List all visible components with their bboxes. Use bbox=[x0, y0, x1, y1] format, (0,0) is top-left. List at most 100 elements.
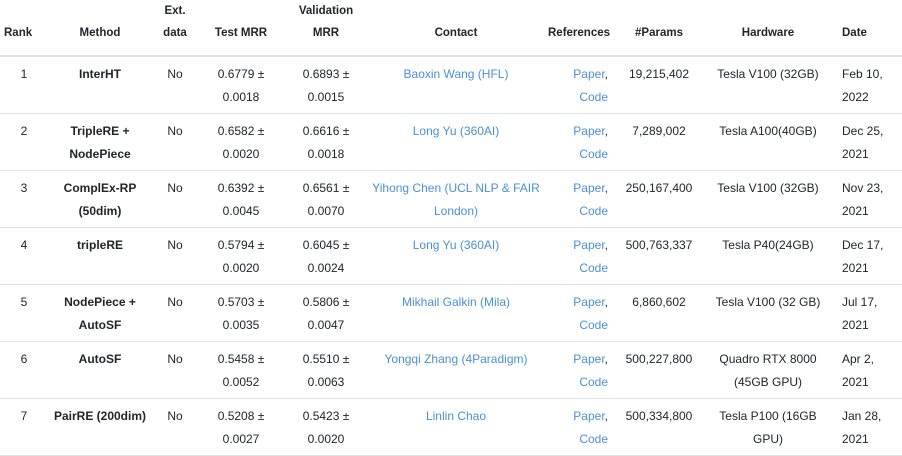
test-mrr-line1: 0.5458 ± bbox=[217, 352, 265, 366]
reference-separator: , bbox=[604, 181, 608, 195]
cell-validation-mrr: 0.5510 ± 0.0063 bbox=[284, 341, 368, 399]
cell-rank: 1 bbox=[0, 55, 48, 114]
method-line1: NodePiece + bbox=[64, 295, 136, 309]
cell-contact: Mikhail Galkin (Mila) bbox=[368, 284, 544, 342]
method-line2: NodePiece bbox=[69, 146, 131, 161]
table-row: 6 AutoSF No 0.5458 ± 0.0052 0.5510 ± 0.0063 Yon… bbox=[0, 341, 902, 399]
cell-ext-data: No bbox=[152, 55, 198, 114]
cell-test-mrr: 0.6779 ± 0.0018 bbox=[198, 55, 284, 114]
header-validation-mrr-line1: Validation bbox=[298, 5, 354, 17]
code-link[interactable]: Code bbox=[579, 318, 608, 332]
cell-ext-data: No bbox=[152, 398, 198, 456]
cell-rank: 6 bbox=[0, 341, 48, 399]
cell-references: Paper, Code bbox=[544, 227, 614, 285]
paper-link[interactable]: Paper bbox=[573, 67, 604, 81]
code-link[interactable]: Code bbox=[579, 261, 608, 275]
date-line1: Dec 17, bbox=[842, 238, 884, 252]
validation-mrr-line2: 0.0018 bbox=[307, 146, 345, 161]
cell-method: tripleRE bbox=[48, 227, 152, 285]
header-date: Date bbox=[832, 0, 902, 57]
contact-link[interactable]: Baoxin Wang (HFL) bbox=[404, 67, 509, 81]
header-ext-data: Ext. data bbox=[152, 0, 198, 57]
paper-link[interactable]: Paper bbox=[573, 409, 604, 423]
cell-references: Paper, Code bbox=[544, 170, 614, 228]
cell-date: Jan 28, 2021 bbox=[832, 398, 902, 456]
contact-link[interactable]: Linlin Chao bbox=[426, 409, 486, 423]
validation-mrr-line1: 0.5423 ± bbox=[302, 409, 350, 423]
cell-date: Nov 23, 2021 bbox=[832, 170, 902, 228]
reference-separator: , bbox=[604, 67, 608, 81]
cell-hardware: Tesla P100 (16GB GPU) bbox=[704, 398, 832, 456]
code-link[interactable]: Code bbox=[579, 147, 608, 161]
contact-link[interactable]: Long Yu (360AI) bbox=[413, 124, 500, 138]
header-validation-mrr-line2: MRR bbox=[312, 27, 340, 39]
cell-contact: Yongqi Zhang (4Paradigm) bbox=[368, 341, 544, 399]
cell-ext-data: No bbox=[152, 113, 198, 171]
contact-link[interactable]: Long Yu (360AI) bbox=[413, 238, 500, 252]
method-line1: PairRE (200dim) bbox=[53, 409, 147, 423]
paper-link[interactable]: Paper bbox=[573, 295, 604, 309]
header-params: #Params bbox=[614, 0, 704, 57]
method-line1: ComplEx-RP bbox=[63, 181, 137, 195]
reference-separator: , bbox=[604, 409, 608, 423]
test-mrr-line2: 0.0018 bbox=[222, 89, 260, 104]
test-mrr-line2: 0.0052 bbox=[222, 374, 260, 389]
cell-references: Paper, Code bbox=[544, 284, 614, 342]
header-row: Rank Method Ext. data Test MRR Validation… bbox=[0, 0, 902, 57]
header-references: References bbox=[544, 0, 614, 57]
contact-link[interactable]: Mikhail Galkin (Mila) bbox=[402, 295, 510, 309]
date-line2: 2021 bbox=[842, 146, 869, 161]
contact-line2: London) bbox=[433, 203, 479, 218]
date-line1: Jan 28, bbox=[842, 409, 882, 423]
paper-link[interactable]: Paper bbox=[573, 124, 604, 138]
hardware-line1: Tesla V100 (32GB) bbox=[717, 181, 819, 195]
reference-separator: , bbox=[604, 238, 608, 252]
validation-mrr-line2: 0.0024 bbox=[307, 260, 345, 275]
date-line1: Jul 17, bbox=[842, 295, 878, 309]
cell-rank: 3 bbox=[0, 170, 48, 228]
cell-references: Paper, Code bbox=[544, 113, 614, 171]
contact-line1: Baoxin Wang (HFL) bbox=[403, 67, 509, 81]
date-line1: Nov 23, bbox=[842, 181, 884, 195]
date-line2: 2022 bbox=[842, 89, 869, 104]
cell-validation-mrr: 0.5423 ± 0.0020 bbox=[284, 398, 368, 456]
cell-method: PairRE (200dim) bbox=[48, 398, 152, 456]
cell-contact: Long Yu (360AI) bbox=[368, 113, 544, 171]
validation-mrr-line1: 0.5806 ± bbox=[302, 295, 350, 309]
code-link[interactable]: Code bbox=[579, 204, 608, 218]
test-mrr-line1: 0.6779 ± bbox=[217, 67, 265, 81]
code-link[interactable]: Code bbox=[579, 432, 608, 446]
header-method: Method bbox=[48, 0, 152, 57]
hardware-line2: GPU) bbox=[753, 431, 783, 446]
cell-hardware: Tesla V100 (32GB) bbox=[704, 55, 832, 114]
validation-mrr-line1: 0.6616 ± bbox=[302, 124, 350, 138]
paper-link[interactable]: Paper bbox=[573, 181, 604, 195]
contact-link[interactable]: Yihong Chen (UCL NLP & FAIR London) bbox=[372, 181, 540, 218]
cell-test-mrr: 0.5794 ± 0.0020 bbox=[198, 227, 284, 285]
table-row: 3 ComplEx-RP (50dim) No 0.6392 ± 0.0045 0.6561… bbox=[0, 170, 902, 228]
cell-params: 7,289,002 bbox=[614, 113, 704, 171]
paper-link[interactable]: Paper bbox=[573, 238, 604, 252]
table-row: 1 InterHT No 0.6779 ± 0.0018 0.6893 ± 0.0015 Ba… bbox=[0, 55, 902, 114]
validation-mrr-line2: 0.0070 bbox=[307, 203, 345, 218]
cell-contact: Long Yu (360AI) bbox=[368, 227, 544, 285]
paper-link[interactable]: Paper bbox=[573, 352, 604, 366]
header-test-mrr: Test MRR bbox=[198, 0, 284, 57]
contact-link[interactable]: Yongqi Zhang (4Paradigm) bbox=[385, 352, 528, 366]
leaderboard-table: Rank Method Ext. data Test MRR Validation… bbox=[0, 0, 902, 456]
code-link[interactable]: Code bbox=[579, 375, 608, 389]
cell-references: Paper, Code bbox=[544, 398, 614, 456]
code-link[interactable]: Code bbox=[579, 90, 608, 104]
table-row: 4 tripleRE No 0.5794 ± 0.0020 0.6045 ± 0.0024 L… bbox=[0, 227, 902, 285]
cell-contact: Yihong Chen (UCL NLP & FAIR London) bbox=[368, 170, 544, 228]
hardware-line1: Quadro RTX 8000 bbox=[719, 352, 817, 366]
cell-params: 19,215,402 bbox=[614, 55, 704, 114]
hardware-line1: Tesla A100(40GB) bbox=[719, 124, 817, 138]
hardware-line1: Tesla V100 (32GB) bbox=[717, 67, 819, 81]
validation-mrr-line1: 0.5510 ± bbox=[302, 352, 350, 366]
cell-validation-mrr: 0.6561 ± 0.0070 bbox=[284, 170, 368, 228]
cell-test-mrr: 0.5208 ± 0.0027 bbox=[198, 398, 284, 456]
test-mrr-line1: 0.5794 ± bbox=[217, 238, 265, 252]
cell-date: Dec 25, 2021 bbox=[832, 113, 902, 171]
cell-ext-data: No bbox=[152, 284, 198, 342]
